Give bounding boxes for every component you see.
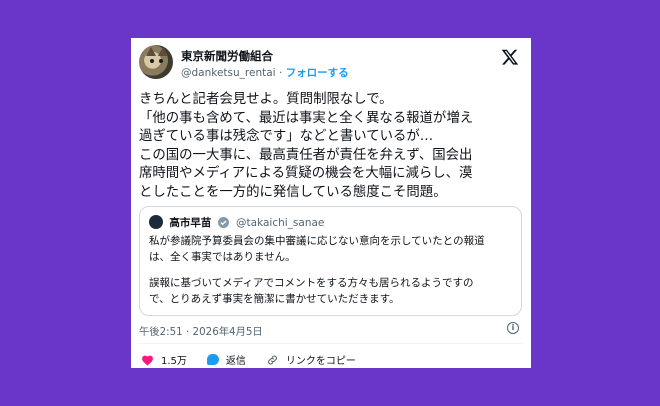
tweet-timestamp[interactable]: 午後2:51 · 2026年4月5日 [139, 323, 263, 338]
quoted-tweet[interactable]: 高市早苗 @takaichi_sanae 私が参議院予算委員会の集中審議に応じな… [139, 206, 522, 316]
author-avatar[interactable] [139, 45, 173, 79]
author-handle[interactable]: @danketsu_rentai [181, 67, 276, 79]
tweet-body-line: 席時間やメディアによる質疑の機会を大幅に減らし、漠 [139, 166, 473, 182]
tweet-body: きちんと記者会見せよ。質問制限なしで。 「他の事も含めて、最近は事実と全く異なる… [139, 91, 523, 203]
tweet-actions: 1.5万 返信 リンクをコピー [141, 352, 376, 367]
divider [139, 343, 523, 344]
quoted-author-name: 高市早苗 [169, 217, 212, 229]
copy-link-button[interactable]: リンクをコピー [266, 352, 356, 367]
quoted-tweet-header: 高市早苗 @takaichi_sanae [149, 215, 324, 231]
reply-bubble-icon [206, 354, 219, 365]
tweet-body-line: 「他の事も含めて、最近は事実と全く異なる報道が増え [139, 110, 474, 126]
avatar-ear [146, 47, 156, 56]
heart-icon [142, 355, 153, 366]
author-name[interactable]: 東京新聞労働組合 [181, 48, 273, 64]
tweet-header: 東京新聞労働組合 @danketsu_rentai · フォローする [139, 44, 523, 82]
government-badge-icon [217, 216, 229, 228]
info-icon[interactable]: i [507, 322, 519, 334]
tweet-body-line: きちんと記者会見せよ。質問制限なしで。 [139, 92, 393, 107]
quoted-tweet-text: 私が参議院予算委員会の集中審議に応じない意向を示していたとの報道 は、全く事実で… [149, 234, 513, 307]
author-handle-row: @danketsu_rentai · フォローする [181, 65, 349, 80]
link-icon [267, 355, 277, 364]
quoted-text-line: で、とりあえず事実を簡潔に書かせていただきます。 [149, 292, 400, 305]
quoted-text-gap [149, 265, 513, 276]
tweet-card: 東京新聞労働組合 @danketsu_rentai · フォローする きちんと記… [131, 38, 531, 368]
quoted-text-line: 私が参議院予算委員会の集中審議に応じない意向を示していたとの報道 [149, 235, 485, 247]
quoted-author-handle: @takaichi_sanae [236, 217, 325, 229]
avatar-ear [158, 47, 168, 56]
handle-separator: · [278, 67, 283, 79]
tweet-body-line: 過ぎている事は残念です」などと書いているが… [139, 129, 434, 145]
avatar-eye [159, 59, 163, 63]
x-logo-icon[interactable] [501, 48, 519, 66]
reply-button[interactable]: 返信 [206, 352, 246, 367]
avatar-eye [150, 59, 154, 63]
copy-link-label: リンクをコピー [285, 356, 356, 367]
tweet-body-line: この国の一大事に、最高責任者が責任を弁えず、国会出 [139, 147, 473, 163]
tweet-body-line: としたことを一方的に発信している態度こそ問題。 [139, 184, 447, 200]
like-count: 1.5万 [161, 356, 187, 367]
like-button[interactable]: 1.5万 [141, 352, 187, 367]
quoted-author-avatar [149, 215, 163, 229]
quoted-text-line: は、全く事実ではありません。 [149, 250, 296, 263]
follow-button[interactable]: フォローする [286, 67, 349, 79]
reply-label: 返信 [225, 356, 246, 367]
quoted-text-line: 誤報に基づいてメディアでコメントをする方々も居られるようですの [149, 277, 474, 289]
